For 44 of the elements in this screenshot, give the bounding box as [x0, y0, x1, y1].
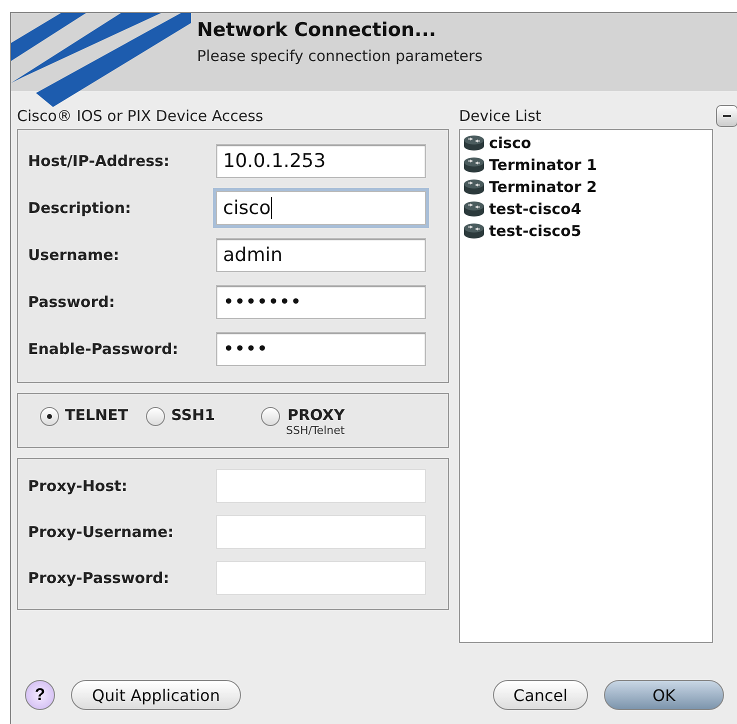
field-label: Proxy-Username: — [28, 523, 175, 541]
input-field[interactable] — [216, 515, 426, 549]
section-title: Device List — [459, 106, 542, 127]
logo-icon — [11, 13, 191, 107]
radio-button[interactable] — [40, 407, 59, 426]
device-item[interactable]: Terminator 2 — [463, 176, 709, 198]
device-item[interactable]: cisco — [463, 132, 709, 154]
input-field[interactable]: cisco — [216, 191, 426, 225]
radio-label: PROXY — [288, 406, 345, 424]
input-field[interactable]: ••••••• — [216, 285, 426, 319]
router-icon — [463, 201, 485, 217]
minus-icon — [723, 115, 731, 117]
field-label: Host/IP-Address: — [28, 152, 170, 170]
radio-label: SSH1 — [171, 406, 216, 424]
field-label: Username: — [28, 246, 120, 264]
input-field[interactable] — [216, 469, 426, 503]
field-label: Password: — [28, 293, 116, 311]
quit-button[interactable]: Quit Application — [71, 680, 241, 710]
field-label: Enable-Password: — [28, 340, 180, 358]
field-label: Description: — [28, 199, 132, 217]
ok-button[interactable]: OK — [604, 680, 724, 710]
router-icon — [463, 223, 485, 239]
input-field[interactable]: •••• — [216, 332, 426, 366]
remove-button[interactable] — [716, 105, 737, 127]
field-label: Proxy-Password: — [28, 569, 170, 587]
device-item[interactable]: Terminator 1 — [463, 154, 709, 176]
radio-button[interactable] — [146, 407, 166, 426]
cancel-button[interactable]: Cancel — [493, 680, 588, 710]
field-label: Proxy-Host: — [28, 477, 128, 495]
input-field[interactable]: 10.0.1.253 — [216, 144, 426, 178]
router-icon — [463, 157, 485, 173]
router-icon — [463, 179, 485, 195]
dialog-subtitle: Please specify connection parameters — [197, 47, 483, 65]
radio-label: TELNET — [65, 406, 128, 424]
radio-sublabel: SSH/Telnet — [286, 424, 345, 437]
router-icon — [463, 135, 485, 151]
input-field[interactable]: admin — [216, 238, 426, 272]
dialog-title: Network Connection... — [197, 19, 438, 41]
radio-button[interactable] — [261, 407, 280, 426]
device-item[interactable]: test-cisco4 — [463, 198, 709, 220]
device-item[interactable]: test-cisco5 — [463, 220, 709, 242]
input-field[interactable] — [216, 561, 426, 595]
section-title: Cisco® IOS or PIX Device Access — [17, 106, 264, 127]
help-button[interactable]: ? — [25, 680, 55, 710]
